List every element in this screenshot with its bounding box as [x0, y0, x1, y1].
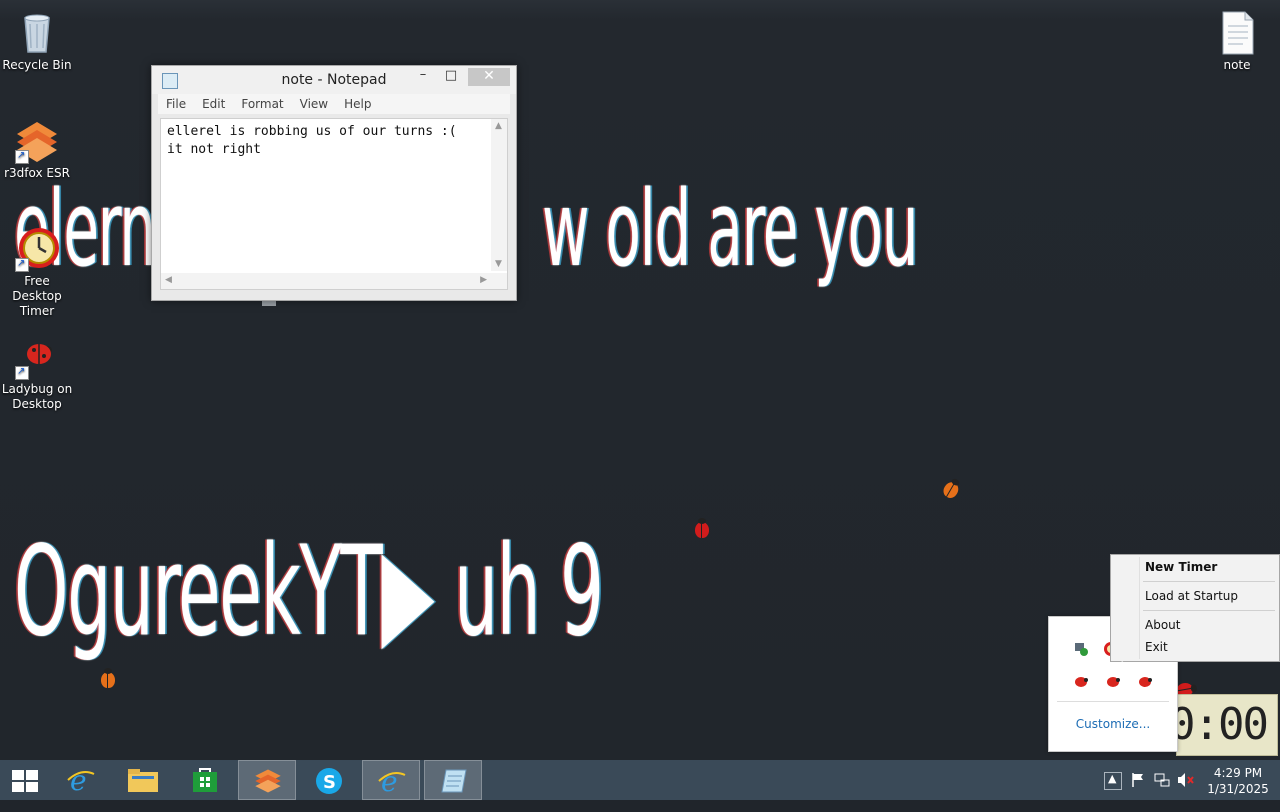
desktop-icon-note[interactable]: note — [1200, 8, 1274, 73]
vertical-scrollbar[interactable]: ▲ ▼ — [491, 119, 507, 271]
alarm-clock-icon — [13, 224, 61, 272]
network-icon[interactable] — [1154, 772, 1170, 812]
taskbar-file-explorer[interactable] — [114, 760, 172, 800]
ladybug-icon — [13, 332, 61, 380]
timer-display: 0:00 — [1176, 699, 1269, 750]
ladybug-sprite[interactable] — [695, 518, 709, 538]
recycle-bin-icon — [13, 8, 61, 56]
document-text[interactable]: ellerel is robbing us of our turns :( it… — [167, 123, 457, 159]
ladybug-icon[interactable] — [1105, 673, 1120, 687]
menu-item-load-at-startup[interactable]: Load at Startup — [1145, 589, 1238, 603]
desktop-icon-recycle-bin[interactable]: Recycle Bin — [0, 8, 74, 73]
context-menu: New Timer Load at Startup About Exit — [1110, 554, 1280, 662]
show-hidden-icons-button[interactable]: ▲ — [1104, 772, 1122, 790]
notepad-window[interactable]: note - Notepad – □ ✕ File Edit Format Vi… — [151, 65, 517, 301]
start-button[interactable] — [0, 760, 58, 800]
taskbar-clock[interactable]: 4:29 PM 1/31/2025 — [1200, 765, 1276, 797]
menu-item-about[interactable]: About — [1145, 618, 1180, 632]
usb-safe-remove-icon[interactable] — [1073, 641, 1088, 656]
horizontal-scrollbar[interactable]: ◀ ▶ — [161, 273, 491, 289]
ladybug-icon[interactable] — [1073, 673, 1088, 687]
internet-explorer-icon: e — [378, 767, 406, 795]
overlay-chat-text: OgureekYT▶ uh 9 — [14, 520, 604, 664]
desktop-icon-label: Free Desktop Timer — [12, 274, 62, 318]
text-file-icon — [1213, 8, 1261, 56]
menu-gutter — [1139, 557, 1140, 659]
desktop-icon-r3dfox[interactable]: r3dfox ESR — [0, 116, 74, 181]
taskbar-notepad[interactable] — [424, 760, 482, 800]
menu-bar: File Edit Format View Help — [158, 94, 510, 114]
close-button[interactable]: ✕ — [468, 68, 510, 86]
menu-format[interactable]: Format — [233, 94, 291, 114]
r3dfox-icon — [255, 769, 281, 793]
overlay-chat-text: w old are you — [542, 168, 919, 290]
taskbar-skype[interactable]: S — [300, 760, 358, 800]
r3dfox-icon — [13, 116, 61, 164]
desktop-icon-ladybug[interactable]: Ladybug on Desktop — [0, 332, 74, 412]
shortcut-arrow-icon — [15, 256, 29, 272]
clock-time: 4:29 PM — [1213, 766, 1263, 780]
skype-icon: S — [316, 768, 342, 794]
menu-view[interactable]: View — [292, 94, 336, 114]
menu-help[interactable]: Help — [336, 94, 379, 114]
shortcut-arrow-icon — [15, 148, 29, 164]
taskbar-r3dfox[interactable] — [238, 760, 296, 800]
action-center-flag-icon[interactable] — [1131, 772, 1145, 812]
maximize-button[interactable]: □ — [438, 68, 464, 86]
desktop-timer-widget[interactable]: 0:00 — [1176, 694, 1278, 756]
customize-link[interactable]: Customize... — [1049, 717, 1177, 731]
desktop-icon-label: note — [1223, 58, 1251, 72]
clock-date: 1/31/2025 — [1207, 782, 1269, 796]
taskbar-internet-explorer[interactable]: e — [52, 760, 110, 800]
ladybug-sprite[interactable] — [101, 668, 115, 688]
text-editor[interactable]: ellerel is robbing us of our turns :( it… — [160, 118, 508, 290]
notepad-icon — [441, 769, 467, 793]
resize-grip-icon[interactable] — [491, 273, 507, 289]
menu-file[interactable]: File — [158, 94, 194, 114]
divider — [1057, 701, 1169, 702]
desktop[interactable]: elerne w old are you OgureekYT▶ uh 9 Rec… — [0, 0, 1280, 760]
menu-separator — [1143, 610, 1275, 611]
svg-text:e: e — [70, 766, 87, 794]
menu-edit[interactable]: Edit — [194, 94, 233, 114]
desktop-icon-label: r3dfox ESR — [4, 166, 70, 180]
svg-text:S: S — [323, 772, 336, 793]
shortcut-arrow-icon — [15, 364, 29, 380]
ladybug-sprite[interactable] — [940, 479, 962, 501]
ladybug-icon[interactable] — [1137, 673, 1152, 687]
desktop-icon-label: Recycle Bin — [2, 58, 72, 72]
notepad-titlebar[interactable]: note - Notepad – □ ✕ — [152, 66, 516, 94]
volume-muted-icon[interactable] — [1177, 772, 1195, 812]
desktop-icon-free-desktop-timer[interactable]: Free Desktop Timer — [0, 224, 74, 319]
desktop-icon-label: Ladybug on Desktop — [1, 382, 73, 411]
internet-explorer-icon: e — [67, 766, 95, 794]
minimize-button[interactable]: – — [410, 67, 436, 85]
store-bag-icon — [193, 768, 217, 792]
folder-icon — [128, 769, 158, 792]
menu-separator — [1143, 581, 1275, 582]
taskbar-internet-explorer-2[interactable]: e — [362, 760, 420, 800]
menu-item-new-timer[interactable]: New Timer — [1145, 560, 1217, 574]
menu-item-exit[interactable]: Exit — [1145, 640, 1168, 654]
svg-text:e: e — [381, 767, 398, 795]
chevron-up-icon: ▲ — [1108, 772, 1117, 785]
taskbar-store[interactable] — [176, 760, 234, 800]
taskbar: e S e ▲ 4:29 PM 1/31/2025 — [0, 760, 1280, 800]
windows-logo-icon — [12, 770, 38, 792]
